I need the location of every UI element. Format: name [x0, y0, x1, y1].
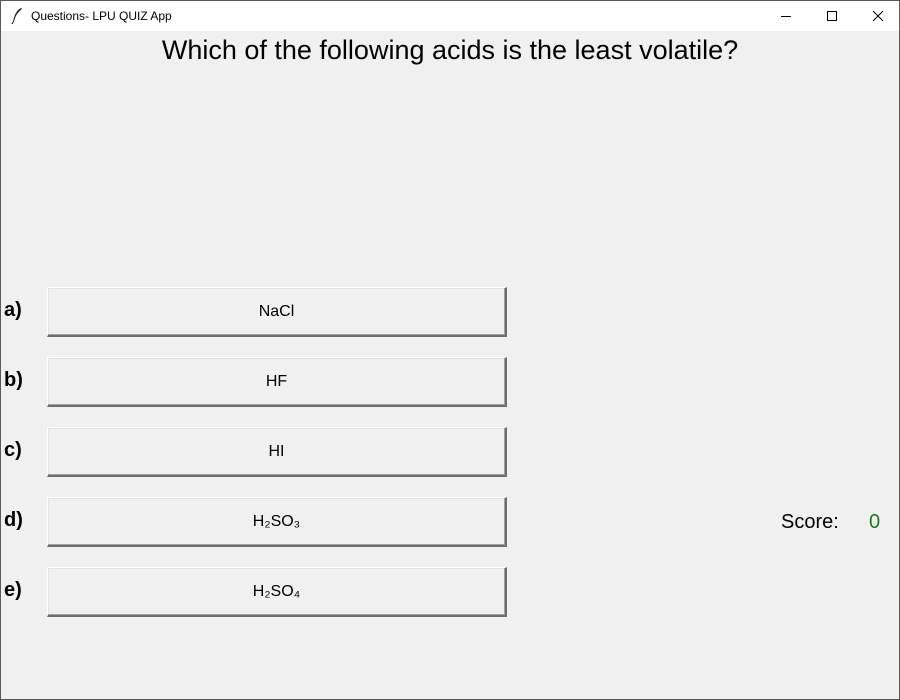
option-c-label: c)	[4, 439, 22, 461]
close-icon	[872, 10, 884, 22]
score-value: 0	[869, 511, 881, 533]
minimize-button[interactable]	[763, 1, 809, 31]
option-a-button[interactable]: NaCl	[47, 287, 507, 337]
maximize-icon	[827, 11, 837, 21]
option-c-button[interactable]: HI	[47, 427, 507, 477]
title-bar[interactable]: Questions- LPU QUIZ App	[1, 1, 899, 31]
feather-icon	[10, 7, 24, 25]
option-d-label: d)	[4, 509, 23, 531]
question-text: Which of the following acids is the leas…	[161, 35, 739, 65]
option-b-label: b)	[4, 369, 23, 391]
option-a-label: a)	[4, 299, 22, 321]
app-window: Questions- LPU QUIZ App Which of the fol…	[0, 0, 900, 700]
minimize-icon	[781, 16, 791, 17]
option-e-label: e)	[4, 579, 22, 601]
option-d-button[interactable]: H₂SO₃	[47, 497, 507, 547]
score-label: Score:	[781, 511, 839, 533]
window-title: Questions- LPU QUIZ App	[31, 9, 172, 23]
close-button[interactable]	[855, 1, 899, 31]
option-e-button[interactable]: H₂SO₄	[47, 567, 507, 617]
maximize-button[interactable]	[809, 1, 855, 31]
option-b-button[interactable]: HF	[47, 357, 507, 407]
